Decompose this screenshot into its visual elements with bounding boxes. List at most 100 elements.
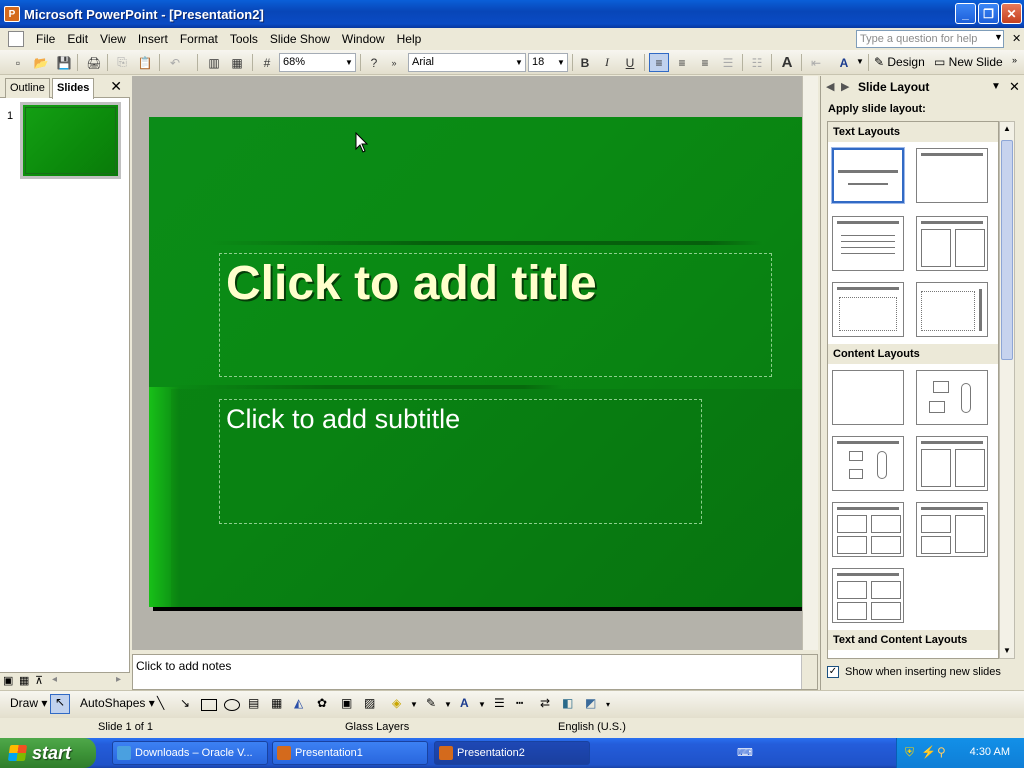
layout-title-and-vertical-text[interactable] xyxy=(832,282,904,337)
align-center-icon[interactable]: ≡ xyxy=(672,53,692,72)
scroll-left-icon[interactable]: ◂ xyxy=(52,674,57,685)
close-button[interactable]: ✕ xyxy=(1001,3,1022,24)
line-icon[interactable]: ╲ xyxy=(157,696,164,710)
layout-title-content-over-two[interactable] xyxy=(832,502,904,557)
design-button[interactable]: ✎ Design xyxy=(874,55,925,69)
layout-title-and-two-content[interactable] xyxy=(916,436,988,491)
powerpoint-app-icon[interactable]: P xyxy=(4,6,20,22)
font-size-combo[interactable]: 18 ▼ xyxy=(528,53,568,72)
layout-title-and-content[interactable] xyxy=(832,436,904,491)
security-shield-icon[interactable]: ⛨ xyxy=(905,745,914,760)
notes-pane[interactable]: Click to add notes xyxy=(132,654,818,690)
layout-scrollbar[interactable]: ▲ ▼ xyxy=(999,121,1015,659)
layout-blank[interactable] xyxy=(832,370,904,425)
undo-icon[interactable]: ↶ xyxy=(165,53,185,72)
autoshapes-menu[interactable]: AutoShapes ▾ xyxy=(80,696,155,710)
justify-icon[interactable]: ☰ xyxy=(718,53,738,72)
insert-image-icon[interactable]: ▨ xyxy=(364,696,375,710)
toolbar-options-icon[interactable]: » xyxy=(384,53,404,72)
insert-table-icon[interactable]: ▦ xyxy=(227,53,247,72)
clipart-icon[interactable]: ✿ xyxy=(317,696,327,710)
layout-title-and-text[interactable] xyxy=(832,216,904,271)
menu-edit[interactable]: Edit xyxy=(61,29,94,49)
italic-button[interactable]: I xyxy=(597,53,617,72)
slide-show-icon[interactable]: ⊼ xyxy=(35,674,43,687)
start-button[interactable]: start xyxy=(0,738,96,768)
wordart-icon[interactable]: ▦ xyxy=(271,696,282,710)
tab-slides[interactable]: Slides xyxy=(52,78,95,99)
normal-view-icon[interactable]: ▣ xyxy=(3,674,13,687)
textbox-icon[interactable]: ▤ xyxy=(248,696,259,710)
open-icon[interactable]: 📂 xyxy=(31,53,51,72)
rectangle-icon[interactable] xyxy=(201,699,217,711)
copy-icon[interactable]: ⎘ xyxy=(112,53,132,72)
arrow-icon[interactable]: ↘ xyxy=(180,696,190,710)
line-color-dropdown-icon[interactable]: ▼ xyxy=(444,700,452,709)
menu-slide-show[interactable]: Slide Show xyxy=(264,29,336,49)
font-color-icon[interactable]: A xyxy=(834,53,854,72)
increase-font-icon[interactable]: A xyxy=(777,53,797,72)
help-dropdown-icon[interactable]: ▼ xyxy=(994,32,1003,42)
new-icon[interactable]: ▫ xyxy=(8,53,28,72)
keyboard-icon[interactable]: ⌨ xyxy=(737,746,753,759)
help-search-input[interactable]: Type a question for help xyxy=(856,30,1004,48)
layout-scroll-thumb[interactable] xyxy=(1001,140,1013,360)
font-color-dropdown-icon[interactable]: ▼ xyxy=(856,57,864,66)
select-objects-icon[interactable]: ↖ xyxy=(50,694,70,714)
task-pane-menu-icon[interactable]: ▼ xyxy=(991,81,1001,92)
task-presentation1[interactable]: Presentation1 xyxy=(272,741,428,765)
save-icon[interactable]: 💾 xyxy=(54,53,74,72)
task-pane-close-icon[interactable]: ✕ xyxy=(1009,79,1020,95)
help-icon[interactable]: ? xyxy=(364,53,384,72)
show-layouts-checkbox[interactable]: ✓ xyxy=(827,666,839,678)
task-presentation2[interactable]: Presentation2 xyxy=(434,741,590,765)
layout-two-column-text[interactable] xyxy=(916,216,988,271)
minimize-button[interactable]: _ xyxy=(955,3,976,24)
arrow-style-icon[interactable]: ⇄ xyxy=(540,696,550,710)
task-downloads[interactable]: Downloads – Oracle V... xyxy=(112,741,268,765)
paste-icon[interactable]: 📋 xyxy=(135,53,155,72)
align-right-icon[interactable]: ≡ xyxy=(695,53,715,72)
font-size-dropdown-icon[interactable]: ▼ xyxy=(556,54,566,71)
bold-button[interactable]: B xyxy=(575,53,595,72)
menu-format[interactable]: Format xyxy=(174,29,224,49)
print-icon[interactable]: 🖨 xyxy=(84,53,104,72)
layout-title-only[interactable] xyxy=(916,148,988,203)
pane-close-icon[interactable]: ✕ xyxy=(110,78,122,95)
new-slide-button[interactable]: ▭ New Slide xyxy=(934,55,1003,69)
dash-style-icon[interactable]: ┅ xyxy=(516,696,523,710)
line-color-icon[interactable]: ✎ xyxy=(426,696,436,710)
zoom-combo[interactable]: 68% ▼ xyxy=(279,53,356,72)
text-color-dropdown-icon[interactable]: ▼ xyxy=(478,700,486,709)
align-left-icon[interactable]: ≡ xyxy=(649,53,669,72)
underline-button[interactable]: U xyxy=(620,53,640,72)
toolbar-more-icon[interactable]: » xyxy=(1012,55,1017,65)
menu-view[interactable]: View xyxy=(94,29,132,49)
oval-icon[interactable] xyxy=(224,699,240,711)
menu-file[interactable]: File xyxy=(30,29,61,49)
notes-scrollbar[interactable] xyxy=(801,655,817,689)
menu-close-icon[interactable]: ✕ xyxy=(1012,32,1021,45)
fill-color-icon[interactable]: ◈ xyxy=(392,696,401,710)
slide-scrollbar[interactable] xyxy=(802,76,818,650)
menu-insert[interactable]: Insert xyxy=(132,29,174,49)
tab-outline[interactable]: Outline xyxy=(5,78,50,98)
document-icon[interactable] xyxy=(8,31,24,47)
subtitle-placeholder[interactable]: Click to add subtitle xyxy=(219,399,702,524)
decrease-indent-icon[interactable]: ⇤ xyxy=(806,53,826,72)
3d-style-icon[interactable]: ◩ xyxy=(585,696,596,710)
slide-canvas[interactable]: Click to add title Click to add subtitle xyxy=(149,117,802,607)
layout-title-and-four-content[interactable] xyxy=(832,568,904,623)
layout-content[interactable] xyxy=(916,370,988,425)
back-icon[interactable]: ◀ xyxy=(826,80,834,93)
diagram-icon[interactable]: ◭ xyxy=(294,696,303,710)
font-combo[interactable]: Arial ▼ xyxy=(408,53,526,72)
scroll-up-icon[interactable]: ▲ xyxy=(1003,124,1011,133)
menu-window[interactable]: Window xyxy=(336,29,391,49)
picture-icon[interactable]: ▣ xyxy=(341,696,352,710)
zoom-dropdown-icon[interactable]: ▼ xyxy=(344,54,354,71)
layout-title-slide[interactable] xyxy=(831,147,905,204)
network-icon[interactable]: ⚡ xyxy=(921,745,936,759)
bullets-icon[interactable]: ☷ xyxy=(747,53,767,72)
shadow-style-icon[interactable]: ◧ xyxy=(562,696,573,710)
